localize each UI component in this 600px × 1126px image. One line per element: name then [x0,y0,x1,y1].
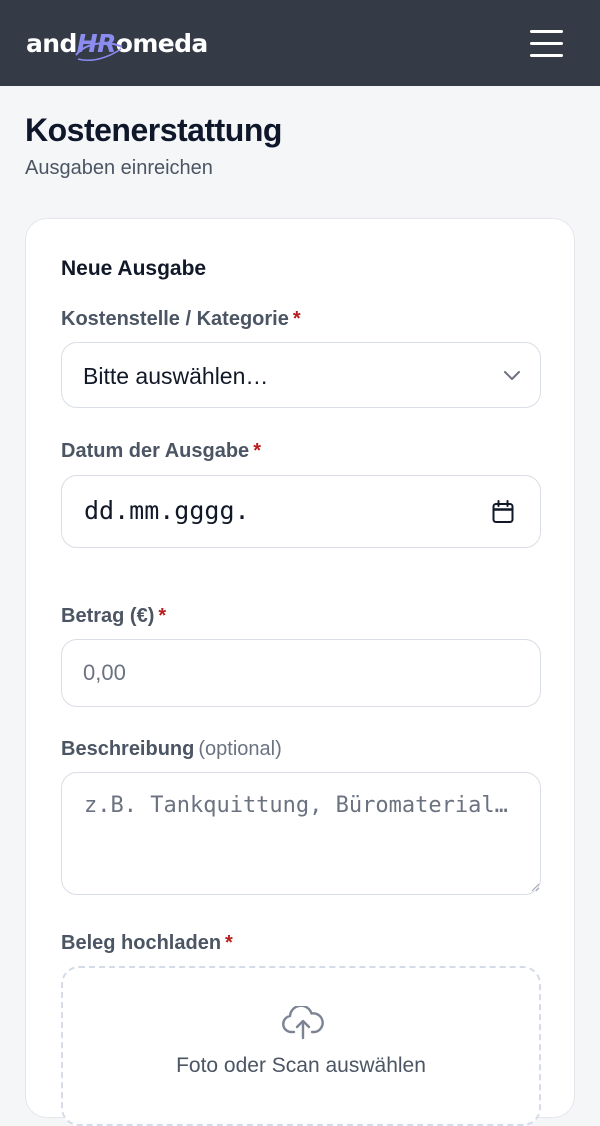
optional-hint: (optional) [198,738,282,760]
logo-suffix: omeda [115,29,209,58]
required-marker: * [292,308,301,330]
date-placeholder: dd.mm.gggg. [84,496,250,525]
resize-handle-icon[interactable] [531,883,540,892]
receipt-upload-dropzone[interactable]: Foto oder Scan auswählen [61,966,541,1126]
hamburger-menu-icon[interactable] [522,24,570,64]
date-label: Datum der Ausgabe * [61,440,261,463]
expense-form-card: Neue Ausgabe Kostenstelle / Kategorie * B… [25,218,575,1126]
amount-label: Betrag (€) * [61,605,166,628]
menu-line [530,54,563,57]
dropzone-text: Foto oder Scan auswählen [176,1054,426,1077]
cloud-upload-icon [282,1006,324,1040]
menu-line [530,30,563,33]
required-marker: * [225,932,233,954]
required-marker: * [158,605,167,627]
logo-prefix: and [26,29,77,58]
description-textarea[interactable] [61,772,541,895]
description-label: Beschreibung (optional) [61,738,282,761]
logo-highlight: HR [74,29,123,61]
chevron-down-icon [504,371,520,380]
amount-label-text: Betrag (€) [61,605,155,627]
amount-input[interactable] [61,639,541,707]
date-input[interactable]: dd.mm.gggg. [61,475,541,548]
calendar-icon[interactable] [492,500,514,524]
receipt-label-text: Beleg hochladen [61,932,222,954]
page-subtitle: Ausgaben einreichen [25,157,213,179]
logo-highlight-text: HR [76,29,117,58]
menu-line [530,42,563,45]
top-bar: and HRomeda [0,0,600,86]
category-label-text: Kostenstelle / Kategorie [61,308,289,330]
page-title: Kostenerstattung [25,112,282,148]
receipt-label: Beleg hochladen * [61,932,233,955]
category-label: Kostenstelle / Kategorie * [61,308,301,331]
category-select[interactable]: Bitte auswählen… [61,342,541,408]
required-marker: * [253,440,261,462]
section-title: Neue Ausgabe [61,257,207,280]
description-label-text: Beschreibung [61,738,195,760]
date-label-text: Datum der Ausgabe [61,440,250,462]
category-selected-value: Bitte auswählen… [83,363,269,389]
app-logo[interactable]: and HRomeda [26,24,208,64]
